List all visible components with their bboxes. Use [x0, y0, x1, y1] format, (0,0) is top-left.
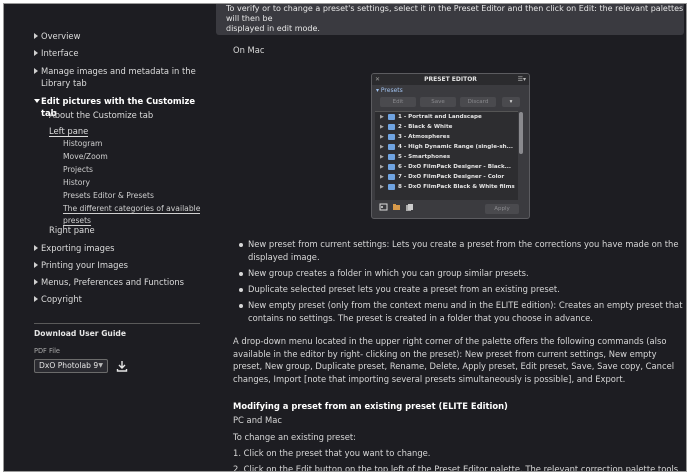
nav-sub-about-customize[interactable]: About the Customize tab	[34, 109, 204, 121]
list-item: ▶ 5 - Smartphones	[380, 154, 451, 160]
menu-icon: ☰▾	[517, 76, 526, 83]
chevron-right-icon	[34, 279, 38, 285]
chevron-down-icon: ▼	[98, 362, 103, 369]
main-content: To verify or to change a preset's settin…	[216, 4, 686, 472]
folder-icon	[388, 124, 395, 130]
nav-item-printing[interactable]: Printing your Images	[34, 259, 204, 271]
list-scrollbar	[519, 112, 523, 154]
folder-icon	[388, 144, 395, 150]
pdf-version-select[interactable]: DxO Photolab 9 ▼	[34, 359, 108, 373]
presets-section-label: ▾ Presets	[376, 87, 403, 94]
nav-sub-move-zoom[interactable]: Move/Zoom	[34, 151, 204, 163]
nav-item-copyright[interactable]: Copyright	[34, 293, 204, 305]
nav-sub-projects[interactable]: Projects	[34, 164, 204, 176]
preset-editor-panel: PRESET EDITOR ✕ ☰▾ ▾ Presets Edit Save D…	[371, 73, 530, 219]
list-item: ▶ 2 - Black & White	[380, 124, 453, 130]
list-item: ▶ 7 - DxO FilmPack Designer - Color	[380, 174, 505, 180]
folder-icon	[388, 164, 395, 170]
step-2: 2. Click on the Edit button on the top l…	[233, 464, 679, 472]
chevron-right-icon	[34, 33, 38, 39]
folder-icon	[388, 184, 395, 190]
bullet-duplicate: Duplicate selected preset lets you creat…	[239, 283, 560, 296]
folder-icon	[388, 114, 395, 120]
folder-icon	[388, 154, 395, 160]
dropdown-menu-icon: ▾	[502, 97, 520, 107]
download-icon[interactable]	[116, 360, 128, 372]
bullet-new-empty: New empty preset (only from the context …	[239, 299, 683, 324]
pc-mac-label: PC and Mac	[233, 415, 282, 425]
save-button: Save	[420, 97, 456, 107]
folder-icon	[388, 134, 395, 140]
section-heading: Modifying a preset from an existing pres…	[233, 401, 508, 411]
nav-item-library[interactable]: Manage images and metadata in the Librar…	[34, 65, 204, 89]
folder-icon	[388, 174, 395, 180]
apply-button: Apply	[485, 204, 519, 214]
nav-item-interface[interactable]: Interface	[34, 47, 79, 59]
nav-sub-history[interactable]: History	[34, 177, 204, 189]
list-item: ▶ 6 - DxO FilmPack Designer - Black...	[380, 164, 512, 170]
chevron-right-icon	[34, 68, 38, 74]
bullet-new-group: New group creates a folder in which you …	[239, 267, 529, 280]
chevron-right-icon	[34, 296, 38, 302]
edit-button: Edit	[380, 97, 416, 107]
list-item: ▶ 1 - Portrait and Landscape	[380, 114, 482, 120]
sidebar-divider	[34, 323, 200, 324]
discard-button: Discard	[460, 97, 496, 107]
new-preset-icon	[379, 203, 388, 211]
dropdown-commands-paragraph: A drop-down menu located in the upper ri…	[233, 336, 675, 384]
chevron-right-icon	[34, 245, 38, 251]
nav-sub-presets-editor[interactable]: Presets Editor & Presets	[34, 190, 204, 202]
list-item: ▶ 3 - Atmospheres	[380, 134, 450, 140]
nav-sub-histogram[interactable]: Histogram	[34, 138, 204, 150]
duplicate-icon	[406, 204, 413, 211]
close-icon: ✕	[375, 76, 381, 83]
download-guide-title: Download User Guide	[34, 329, 127, 338]
nav-item-exporting[interactable]: Exporting images	[34, 242, 204, 254]
chevron-down-icon	[34, 99, 40, 103]
to-change-label: To change an existing preset:	[233, 432, 356, 442]
nav-sub-right-pane[interactable]: Right pane	[34, 224, 204, 236]
chevron-right-icon	[34, 262, 38, 268]
chevron-right-icon	[34, 50, 38, 56]
pdf-file-label: PDF File	[34, 347, 60, 355]
list-item: ▶ 8 - DxO FilmPack Black & White films	[380, 184, 515, 190]
nav-item-overview[interactable]: Overview	[34, 30, 80, 42]
page-frame: Overview Interface Manage images and met…	[3, 3, 687, 472]
step-1: 1. Click on the preset that you want to …	[233, 448, 431, 458]
presets-list: ▶ 1 - Portrait and Landscape ▶ 2 - Black &…	[375, 111, 518, 200]
bullet-new-preset: New preset from current settings: Lets y…	[239, 238, 678, 263]
preset-editor-title: PRESET EDITOR	[372, 74, 529, 85]
nav-sub-left-pane[interactable]: Left pane	[34, 125, 204, 137]
list-item: ▶ 4 - High Dynamic Range (single-sh...	[380, 144, 514, 150]
new-group-icon	[393, 204, 400, 210]
info-banner: To verify or to change a preset's settin…	[216, 4, 684, 35]
nav-item-menus[interactable]: Menus, Preferences and Functions	[34, 276, 209, 288]
on-mac-label: On Mac	[233, 45, 265, 55]
